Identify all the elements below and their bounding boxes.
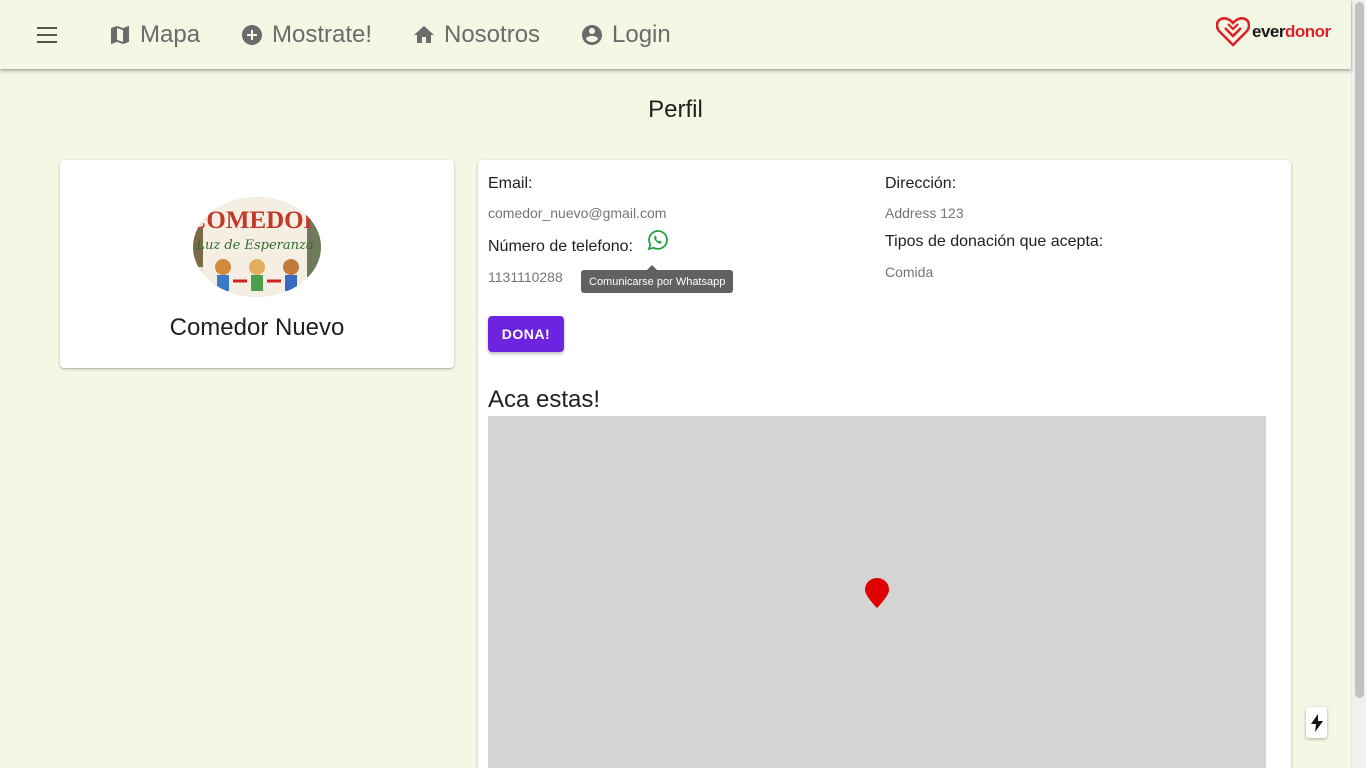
top-app-bar: Mapa Mostrate! Nosotros Login everdonor bbox=[0, 0, 1351, 69]
nav-item-mapa[interactable]: Mapa bbox=[108, 17, 200, 53]
quick-action-button[interactable] bbox=[1306, 707, 1327, 738]
nav-item-nosotros[interactable]: Nosotros bbox=[412, 17, 540, 53]
map-icon bbox=[111, 26, 129, 44]
hamburger-menu-icon bbox=[37, 27, 57, 43]
nav-item-label: Mostrate! bbox=[272, 21, 373, 48]
page-scrollbar[interactable] bbox=[1351, 0, 1366, 768]
donation-types-label: Tipos de donación que acepta: bbox=[885, 233, 1104, 250]
home-icon bbox=[414, 26, 434, 43]
map-title: Aca estas! bbox=[488, 386, 601, 413]
heart-logo-icon bbox=[1216, 17, 1250, 47]
location-map[interactable] bbox=[488, 416, 1266, 768]
donate-button[interactable]: DONA! bbox=[488, 316, 564, 352]
avatar: COMEDOR Luz de Esperanza bbox=[193, 197, 321, 297]
profile-card: COMEDOR Luz de Esperanza Comedor Nuevo bbox=[60, 160, 454, 368]
phone-value: 1131110288 bbox=[488, 269, 563, 285]
svg-text:COMEDOR: COMEDOR bbox=[193, 207, 321, 234]
comedor-photo-image: COMEDOR Luz de Esperanza bbox=[193, 197, 321, 297]
whatsapp-button[interactable] bbox=[647, 229, 669, 251]
add-circle-icon bbox=[242, 25, 262, 45]
details-card: Email: comedor_nuevo@gmail.com Número de… bbox=[478, 160, 1291, 768]
phone-label: Número de telefono: bbox=[488, 238, 633, 255]
page-title: Perfil bbox=[648, 96, 703, 123]
nav-item-label: Mapa bbox=[140, 21, 201, 48]
address-value: Address 123 bbox=[885, 205, 964, 221]
scrollbar-thumb[interactable] bbox=[1355, 2, 1364, 698]
email-label: Email: bbox=[488, 175, 533, 192]
address-label: Dirección: bbox=[885, 175, 957, 192]
nav-item-label: Login bbox=[612, 21, 671, 48]
nav-item-label: Nosotros bbox=[444, 21, 541, 48]
svg-text:Luz de Esperanza: Luz de Esperanza bbox=[195, 238, 313, 253]
account-circle-icon bbox=[582, 25, 602, 45]
menu-button[interactable] bbox=[30, 17, 66, 53]
profile-name: Comedor Nuevo bbox=[169, 314, 345, 341]
nav-item-mostrate[interactable]: Mostrate! bbox=[240, 17, 372, 53]
donation-types-value: Comida bbox=[885, 264, 934, 280]
map-pin-icon[interactable] bbox=[863, 577, 891, 609]
whatsapp-tooltip: Comunicarse por Whatsapp bbox=[581, 265, 734, 293]
lightning-icon bbox=[1310, 713, 1323, 732]
everdonor-logo[interactable]: everdonor bbox=[1216, 16, 1331, 48]
nav-item-login[interactable]: Login bbox=[580, 17, 671, 53]
email-value: comedor_nuevo@gmail.com bbox=[488, 205, 667, 221]
logo-text: everdonor bbox=[1252, 22, 1331, 41]
whatsapp-icon bbox=[647, 230, 668, 251]
